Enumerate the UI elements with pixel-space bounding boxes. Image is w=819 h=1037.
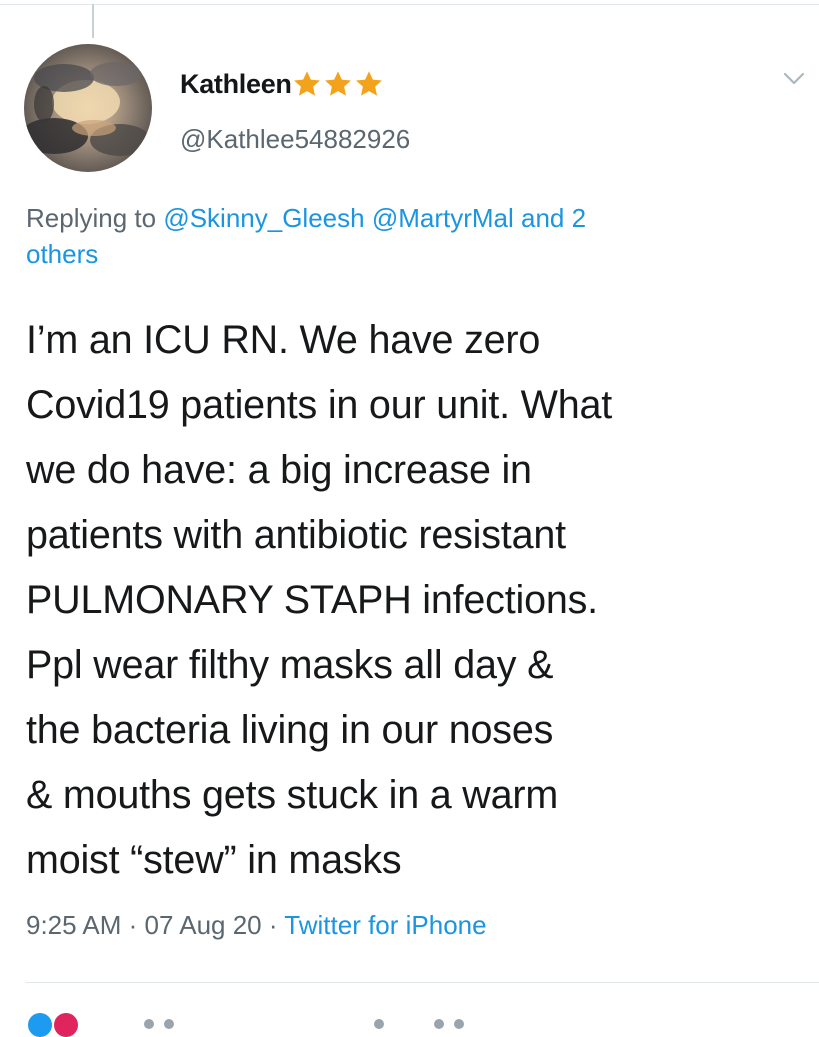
tweet-text-line: & mouths gets stuck in a warm: [26, 773, 559, 817]
star-icon: [293, 71, 320, 96]
tweet-date[interactable]: 07 Aug 20: [145, 910, 262, 940]
author-row: Kathleen: [180, 64, 386, 104]
star-icon: [324, 71, 351, 96]
replying-to-label: Replying to: [26, 203, 164, 233]
display-name[interactable]: Kathleen: [180, 69, 292, 100]
others-link[interactable]: and 2: [521, 203, 586, 233]
mention-link[interactable]: @MartyrMal: [372, 203, 514, 233]
tweet-text-line: I’m an ICU RN. We have zero: [26, 318, 541, 362]
tweet-text-line: Ppl wear filthy masks all day &: [26, 643, 554, 687]
meta-separator: ·: [261, 910, 285, 940]
top-divider: [0, 4, 819, 5]
retweet-count-fragment: [434, 1019, 444, 1029]
others-link-continued[interactable]: others: [26, 239, 98, 269]
reaction-count-fragment: [164, 1019, 174, 1029]
tweet-text-line: Covid19 patients in our unit. What: [26, 383, 613, 427]
tweet-source-link[interactable]: Twitter for iPhone: [284, 910, 486, 940]
reaction-count-fragment: [144, 1019, 154, 1029]
mention-link[interactable]: @Skinny_Gleesh: [163, 203, 364, 233]
meta-separator: ·: [121, 910, 145, 940]
star-icon: [355, 71, 382, 96]
tweet-metadata: 9:25 AM · 07 Aug 20 · Twitter for iPhone: [26, 910, 487, 941]
avatar[interactable]: [24, 44, 152, 172]
replying-to: Replying to @Skinny_Gleesh @MartyrMal an…: [26, 200, 786, 272]
chevron-down-icon[interactable]: [782, 70, 806, 88]
reply-count-fragment: [454, 1019, 464, 1029]
like-reaction-icon: [28, 1013, 52, 1037]
tweet-text-line: PULMONARY STAPH infections.: [26, 578, 598, 622]
tweet-text-line: moist “stew” in masks: [26, 838, 402, 882]
user-handle[interactable]: @Kathlee54882926: [180, 124, 410, 155]
tweet-text-line: patients with antibiotic resistant: [26, 513, 566, 557]
tweet-text-line: we do have: a big increase in: [26, 448, 532, 492]
reaction-row-partial: [24, 1013, 804, 1037]
tweet-text-line: the bacteria living in our noses: [26, 708, 554, 752]
bottom-divider: [26, 982, 819, 983]
thread-connector-line: [92, 4, 94, 38]
tweet-time[interactable]: 9:25 AM: [26, 910, 121, 940]
love-reaction-icon: [54, 1013, 78, 1037]
retweet-count-fragment: [374, 1019, 384, 1029]
avatar-image: [24, 44, 152, 172]
tweet-text: I’m an ICU RN. We have zero Covid19 pati…: [26, 308, 806, 893]
badge-stars: [293, 68, 386, 100]
